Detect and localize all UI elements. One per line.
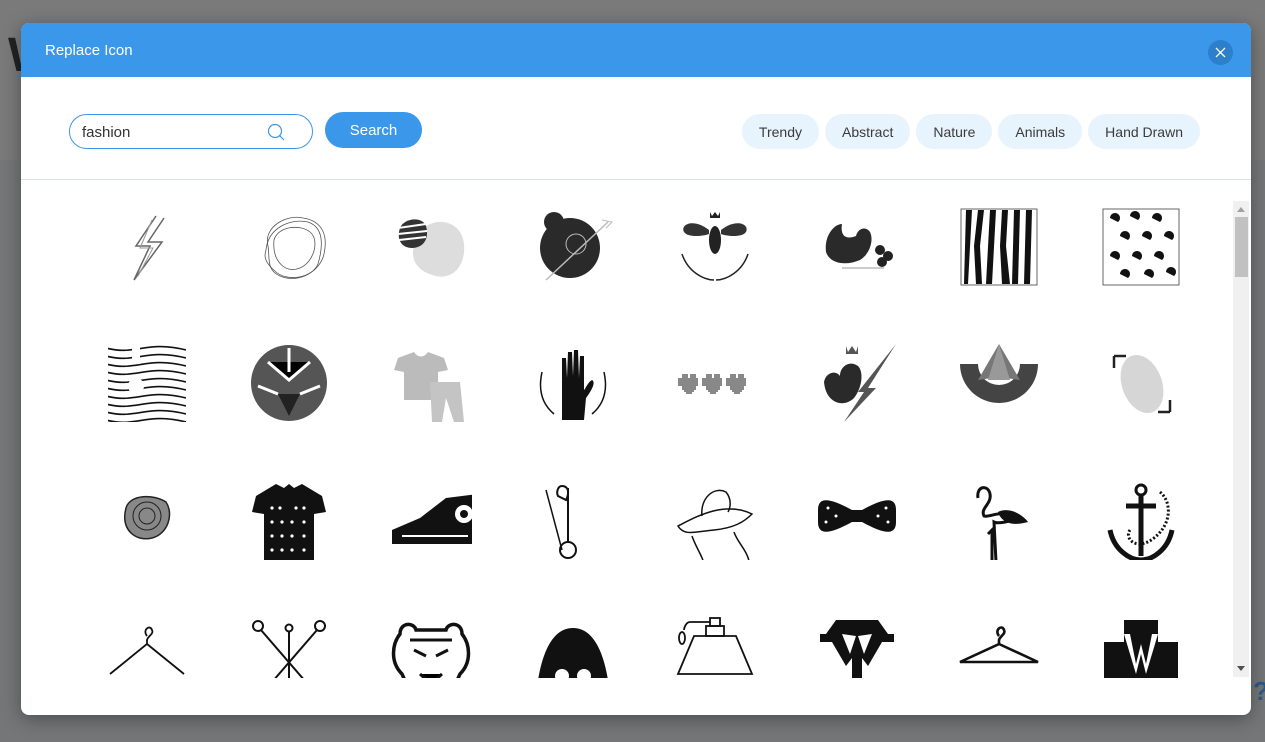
clothes-hanger-icon xyxy=(109,626,185,675)
rose-swirl-icon xyxy=(123,495,171,540)
icon-grid xyxy=(77,206,1211,678)
tag-filters: Trendy Abstract Nature Animals Hand Draw… xyxy=(741,114,1200,149)
icon-result-tile[interactable] xyxy=(361,614,501,678)
icon-result-tile[interactable] xyxy=(361,478,501,614)
icon-result-tile[interactable] xyxy=(503,478,643,614)
simple-hanger-icon xyxy=(959,626,1039,664)
icon-result-tile[interactable] xyxy=(645,614,785,678)
hand-laurel-icon xyxy=(539,350,607,420)
close-icon xyxy=(1215,47,1226,58)
icon-result-tile[interactable] xyxy=(361,206,501,342)
tag-animals[interactable]: Animals xyxy=(998,114,1083,149)
icon-result-tile[interactable] xyxy=(1071,206,1211,342)
wavy-rings-icon xyxy=(264,216,326,279)
geometric-tiger-icon xyxy=(251,345,327,421)
icon-result-tile[interactable] xyxy=(219,206,359,342)
flamingo-icon xyxy=(976,486,1028,560)
high-top-sneaker-icon xyxy=(392,494,472,544)
tshirt-pants-icon xyxy=(394,352,464,422)
icon-result-tile[interactable] xyxy=(219,478,359,614)
search-input[interactable] xyxy=(82,123,262,141)
icon-result-tile[interactable] xyxy=(929,342,1069,478)
icon-result-tile[interactable] xyxy=(645,342,785,478)
tag-abstract[interactable]: Abstract xyxy=(824,114,911,149)
pixel-hearts-icon xyxy=(678,374,746,394)
replace-icon-dialog: Replace Icon Search Trendy Abstract Natu… xyxy=(21,23,1251,715)
bird-berries-icon xyxy=(825,224,893,269)
icon-result-tile[interactable] xyxy=(787,614,927,678)
icon-result-tile[interactable] xyxy=(77,342,217,478)
crossed-pins-icon xyxy=(252,620,326,678)
icon-result-tile[interactable] xyxy=(645,478,785,614)
tiger-head-icon xyxy=(391,622,471,678)
abstract-a-arc-icon xyxy=(960,344,1038,403)
dotted-fingerprint-icon xyxy=(1112,354,1172,414)
icon-result-tile[interactable] xyxy=(503,614,643,678)
icon-result-tile[interactable] xyxy=(1071,614,1211,678)
icon-result-tile[interactable] xyxy=(929,478,1069,614)
search-field[interactable] xyxy=(69,114,313,149)
search-icon[interactable] xyxy=(267,123,286,142)
icon-results xyxy=(21,181,1231,678)
tag-nature[interactable]: Nature xyxy=(916,114,993,149)
op-art-waves-icon xyxy=(108,344,186,422)
icon-result-tile[interactable] xyxy=(1071,478,1211,614)
icon-result-tile[interactable] xyxy=(77,206,217,342)
leopard-pattern-icon xyxy=(1102,208,1180,286)
icon-result-tile[interactable] xyxy=(77,478,217,614)
icon-result-tile[interactable] xyxy=(929,614,1069,678)
icon-result-tile[interactable] xyxy=(787,478,927,614)
queen-bee-wreath-icon xyxy=(681,212,749,281)
scroll-down-arrow[interactable] xyxy=(1237,666,1245,671)
safety-pin-icon xyxy=(545,484,577,559)
dialog-title: Replace Icon xyxy=(45,42,133,59)
help-icon[interactable]: ? xyxy=(1253,676,1265,707)
anchor-rope-icon xyxy=(1107,483,1175,560)
striped-blob-icon xyxy=(397,219,465,277)
icon-result-tile[interactable] xyxy=(219,614,359,678)
woman-sun-hat-icon xyxy=(676,489,754,560)
icon-result-tile[interactable] xyxy=(77,614,217,678)
perfume-bottle-icon xyxy=(676,617,754,675)
hooded-glasses-icon xyxy=(538,628,608,678)
search-toolbar: Search Trendy Abstract Nature Animals Ha… xyxy=(21,77,1251,180)
crowned-bird-lightning-icon xyxy=(824,344,896,422)
bird-arrow-badge-icon xyxy=(540,212,614,281)
icon-result-tile[interactable] xyxy=(787,206,927,342)
close-button[interactable] xyxy=(1208,40,1233,65)
icon-result-tile[interactable] xyxy=(361,342,501,478)
dialog-header: Replace Icon xyxy=(21,23,1251,77)
icon-result-tile[interactable] xyxy=(503,342,643,478)
icon-result-tile[interactable] xyxy=(1071,342,1211,478)
scroll-up-arrow[interactable] xyxy=(1237,207,1245,212)
polka-dot-polo-icon xyxy=(252,484,326,560)
suit-lapel-icon xyxy=(1104,620,1178,678)
icon-result-tile[interactable] xyxy=(503,206,643,342)
tag-hand-drawn[interactable]: Hand Drawn xyxy=(1088,114,1200,149)
results-scrollbar[interactable] xyxy=(1233,201,1249,677)
scroll-thumb[interactable] xyxy=(1235,217,1248,277)
icon-result-tile[interactable] xyxy=(645,206,785,342)
icon-result-tile[interactable] xyxy=(929,206,1069,342)
lightning-sketch-icon xyxy=(133,215,165,281)
zebra-pattern-icon xyxy=(960,208,1038,286)
icon-result-tile[interactable] xyxy=(787,342,927,478)
search-button[interactable]: Search xyxy=(325,112,422,148)
shirt-collar-icon xyxy=(820,620,894,678)
polka-bow-tie-icon xyxy=(818,500,896,532)
icon-result-tile[interactable] xyxy=(219,342,359,478)
tag-trendy[interactable]: Trendy xyxy=(741,114,819,149)
